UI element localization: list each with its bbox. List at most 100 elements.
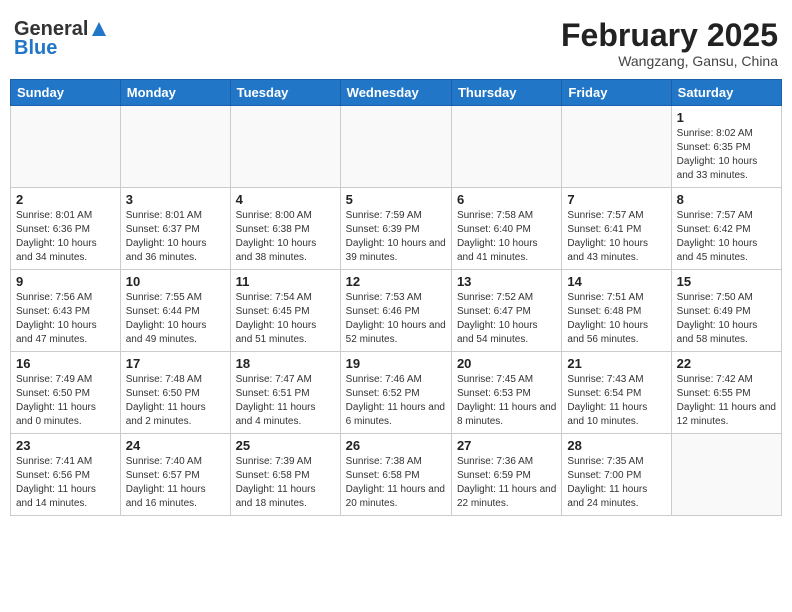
table-row: 25 Sunrise: 7:39 AM Sunset: 6:58 PM Dayli… <box>230 434 340 516</box>
day-number: 16 <box>16 356 115 371</box>
logo-icon <box>90 20 108 38</box>
table-row <box>11 106 121 188</box>
day-number: 17 <box>126 356 225 371</box>
day-info: Sunrise: 7:57 AM Sunset: 6:42 PM Dayligh… <box>677 209 776 265</box>
day-info: Sunrise: 7:35 AM Sunset: 7:00 PM Dayligh… <box>567 455 665 511</box>
table-row <box>671 434 781 516</box>
table-row <box>230 106 340 188</box>
table-row: 20 Sunrise: 7:45 AM Sunset: 6:53 PM Dayli… <box>451 352 561 434</box>
day-info: Sunrise: 7:53 AM Sunset: 6:46 PM Dayligh… <box>346 291 446 347</box>
table-row: 6Sunrise: 7:58 AM Sunset: 6:40 PM Daylig… <box>451 188 561 270</box>
table-row: 17 Sunrise: 7:48 AM Sunset: 6:50 PM Dayli… <box>120 352 230 434</box>
calendar-week-row: 23Sunrise: 7:41 AM Sunset: 6:56 PM Dayli… <box>11 434 782 516</box>
day-info: Sunrise: 7:43 AM Sunset: 6:54 PM Dayligh… <box>567 373 665 429</box>
table-row: 8Sunrise: 7:57 AM Sunset: 6:42 PM Daylig… <box>671 188 781 270</box>
table-row: 7 Sunrise: 7:57 AM Sunset: 6:41 PM Daylig… <box>562 188 671 270</box>
day-number: 7 <box>567 192 665 207</box>
calendar-week-row: 2 Sunrise: 8:01 AM Sunset: 6:36 PM Daylig… <box>11 188 782 270</box>
table-row: 2 Sunrise: 8:01 AM Sunset: 6:36 PM Daylig… <box>11 188 121 270</box>
table-row <box>340 106 451 188</box>
day-number: 26 <box>346 438 446 453</box>
day-info: Sunrise: 7:40 AM Sunset: 6:57 PM Dayligh… <box>126 455 225 511</box>
day-number: 15 <box>677 274 776 289</box>
table-row: 22 Sunrise: 7:42 AM Sunset: 6:55 PM Dayli… <box>671 352 781 434</box>
logo-blue-text: Blue <box>14 37 57 60</box>
day-number: 6 <box>457 192 556 207</box>
col-saturday: Saturday <box>671 80 781 106</box>
day-info: Sunrise: 7:45 AM Sunset: 6:53 PM Dayligh… <box>457 373 556 429</box>
day-number: 27 <box>457 438 556 453</box>
table-row: 19 Sunrise: 7:46 AM Sunset: 6:52 PM Dayli… <box>340 352 451 434</box>
calendar-week-row: 9 Sunrise: 7:56 AM Sunset: 6:43 PM Daylig… <box>11 270 782 352</box>
day-number: 28 <box>567 438 665 453</box>
table-row: 15 Sunrise: 7:50 AM Sunset: 6:49 PM Dayli… <box>671 270 781 352</box>
day-number: 24 <box>126 438 225 453</box>
table-row: 14 Sunrise: 7:51 AM Sunset: 6:48 PM Dayli… <box>562 270 671 352</box>
page-header: General Blue February 2025 Wangzang, Gan… <box>10 10 782 73</box>
table-row: 24 Sunrise: 7:40 AM Sunset: 6:57 PM Dayli… <box>120 434 230 516</box>
day-info: Sunrise: 7:50 AM Sunset: 6:49 PM Dayligh… <box>677 291 776 347</box>
table-row: 13 Sunrise: 7:52 AM Sunset: 6:47 PM Dayli… <box>451 270 561 352</box>
table-row: 1 Sunrise: 8:02 AM Sunset: 6:35 PM Daylig… <box>671 106 781 188</box>
day-number: 13 <box>457 274 556 289</box>
day-number: 22 <box>677 356 776 371</box>
table-row: 11Sunrise: 7:54 AM Sunset: 6:45 PM Dayli… <box>230 270 340 352</box>
day-number: 10 <box>126 274 225 289</box>
day-info: Sunrise: 7:48 AM Sunset: 6:50 PM Dayligh… <box>126 373 225 429</box>
table-row: 23Sunrise: 7:41 AM Sunset: 6:56 PM Dayli… <box>11 434 121 516</box>
day-info: Sunrise: 8:01 AM Sunset: 6:36 PM Dayligh… <box>16 209 115 265</box>
col-tuesday: Tuesday <box>230 80 340 106</box>
day-info: Sunrise: 7:39 AM Sunset: 6:58 PM Dayligh… <box>236 455 335 511</box>
day-number: 12 <box>346 274 446 289</box>
table-row: 5 Sunrise: 7:59 AM Sunset: 6:39 PM Daylig… <box>340 188 451 270</box>
day-number: 14 <box>567 274 665 289</box>
day-info: Sunrise: 7:57 AM Sunset: 6:41 PM Dayligh… <box>567 209 665 265</box>
table-row <box>451 106 561 188</box>
col-monday: Monday <box>120 80 230 106</box>
day-info: Sunrise: 7:38 AM Sunset: 6:58 PM Dayligh… <box>346 455 446 511</box>
day-number: 11 <box>236 274 335 289</box>
day-info: Sunrise: 8:02 AM Sunset: 6:35 PM Dayligh… <box>677 127 776 183</box>
day-number: 25 <box>236 438 335 453</box>
table-row: 9 Sunrise: 7:56 AM Sunset: 6:43 PM Daylig… <box>11 270 121 352</box>
day-number: 9 <box>16 274 115 289</box>
day-number: 18 <box>236 356 335 371</box>
table-row: 12 Sunrise: 7:53 AM Sunset: 6:46 PM Dayli… <box>340 270 451 352</box>
calendar-week-row: 16 Sunrise: 7:49 AM Sunset: 6:50 PM Dayli… <box>11 352 782 434</box>
day-info: Sunrise: 7:42 AM Sunset: 6:55 PM Dayligh… <box>677 373 776 429</box>
day-number: 23 <box>16 438 115 453</box>
table-row: 16 Sunrise: 7:49 AM Sunset: 6:50 PM Dayli… <box>11 352 121 434</box>
calendar-week-row: 1 Sunrise: 8:02 AM Sunset: 6:35 PM Daylig… <box>11 106 782 188</box>
table-row: 18 Sunrise: 7:47 AM Sunset: 6:51 PM Dayli… <box>230 352 340 434</box>
day-info: Sunrise: 7:51 AM Sunset: 6:48 PM Dayligh… <box>567 291 665 347</box>
day-info: Sunrise: 7:55 AM Sunset: 6:44 PM Dayligh… <box>126 291 225 347</box>
table-row <box>120 106 230 188</box>
col-sunday: Sunday <box>11 80 121 106</box>
table-row: 26 Sunrise: 7:38 AM Sunset: 6:58 PM Dayli… <box>340 434 451 516</box>
calendar-header-row: Sunday Monday Tuesday Wednesday Thursday… <box>11 80 782 106</box>
day-number: 5 <box>346 192 446 207</box>
day-info: Sunrise: 7:56 AM Sunset: 6:43 PM Dayligh… <box>16 291 115 347</box>
day-info: Sunrise: 7:52 AM Sunset: 6:47 PM Dayligh… <box>457 291 556 347</box>
day-number: 21 <box>567 356 665 371</box>
day-info: Sunrise: 7:59 AM Sunset: 6:39 PM Dayligh… <box>346 209 446 265</box>
calendar-table: Sunday Monday Tuesday Wednesday Thursday… <box>10 79 782 516</box>
day-info: Sunrise: 7:47 AM Sunset: 6:51 PM Dayligh… <box>236 373 335 429</box>
day-number: 2 <box>16 192 115 207</box>
day-info: Sunrise: 7:49 AM Sunset: 6:50 PM Dayligh… <box>16 373 115 429</box>
day-number: 20 <box>457 356 556 371</box>
day-number: 1 <box>677 110 776 125</box>
col-friday: Friday <box>562 80 671 106</box>
col-wednesday: Wednesday <box>340 80 451 106</box>
day-info: Sunrise: 7:46 AM Sunset: 6:52 PM Dayligh… <box>346 373 446 429</box>
day-number: 3 <box>126 192 225 207</box>
table-row: 21 Sunrise: 7:43 AM Sunset: 6:54 PM Dayli… <box>562 352 671 434</box>
day-number: 19 <box>346 356 446 371</box>
table-row: 10 Sunrise: 7:55 AM Sunset: 6:44 PM Dayli… <box>120 270 230 352</box>
day-info: Sunrise: 8:00 AM Sunset: 6:38 PM Dayligh… <box>236 209 335 265</box>
table-row: 28 Sunrise: 7:35 AM Sunset: 7:00 PM Dayli… <box>562 434 671 516</box>
day-number: 4 <box>236 192 335 207</box>
page-subtitle: Wangzang, Gansu, China <box>561 53 778 69</box>
day-info: Sunrise: 8:01 AM Sunset: 6:37 PM Dayligh… <box>126 209 225 265</box>
table-row <box>562 106 671 188</box>
